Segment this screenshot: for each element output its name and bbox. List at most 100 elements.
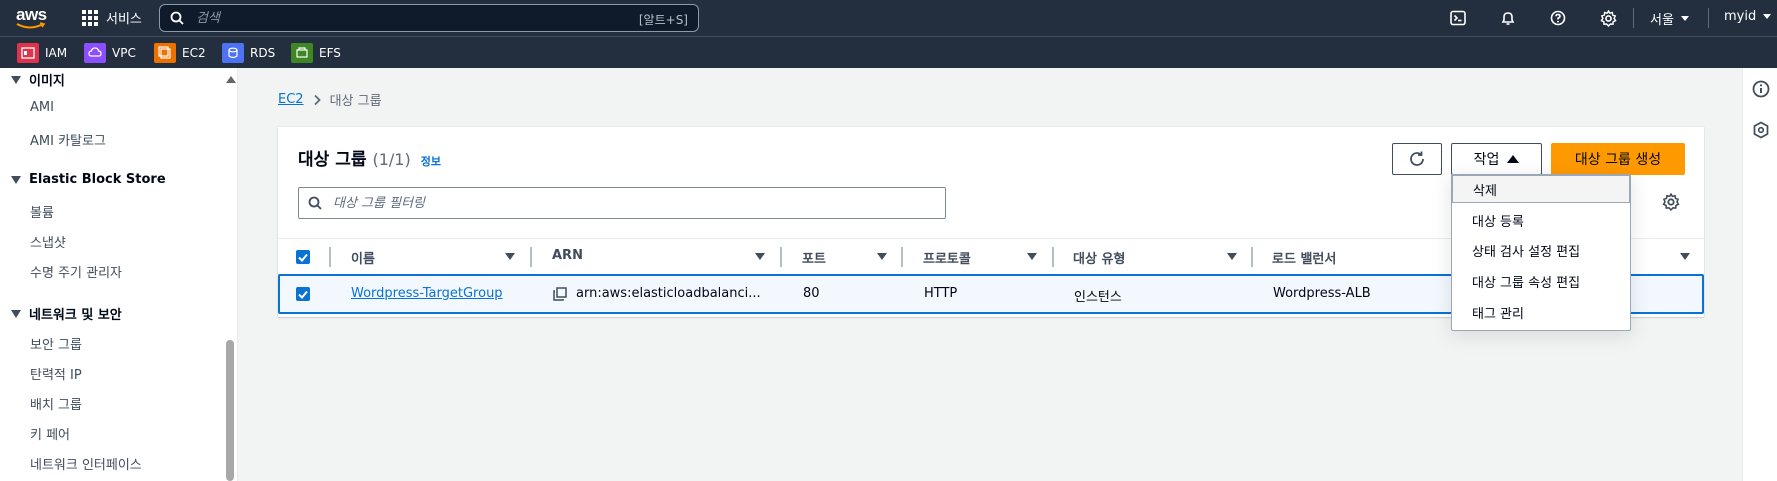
sort-caret-icon[interactable]	[505, 253, 515, 260]
select-all-checkbox[interactable]	[296, 250, 310, 264]
menu-item-edit-attributes[interactable]: 대상 그룹 속성 편집	[1452, 267, 1630, 295]
global-search[interactable]: [알트+S]	[159, 4, 699, 32]
notifications-bell-icon[interactable]	[1498, 8, 1518, 28]
column-header-arn[interactable]: ARN	[552, 248, 583, 263]
sort-caret-icon[interactable]	[1027, 253, 1037, 260]
favorite-label: VPC	[112, 46, 136, 60]
rds-service-icon	[222, 43, 244, 63]
menu-item-register-targets[interactable]: 대상 등록	[1452, 206, 1630, 234]
services-menu[interactable]: 서비스	[82, 8, 142, 27]
nav-item-lifecycle-manager[interactable]: 수명 주기 관리자	[30, 262, 122, 281]
column-divider	[1251, 247, 1253, 267]
caret-down-icon	[11, 75, 21, 84]
favorite-label: RDS	[250, 46, 276, 60]
column-header-port[interactable]: 포트	[802, 248, 826, 267]
breadcrumb-current: 대상 그룹	[329, 94, 382, 109]
info-link[interactable]: 정보	[421, 153, 441, 169]
refresh-icon	[1410, 151, 1424, 166]
aws-logo[interactable]: aws	[14, 4, 48, 32]
column-divider	[530, 247, 532, 267]
target-group-name-link[interactable]: Wordpress-TargetGroup	[351, 286, 503, 301]
nav-divider	[1633, 8, 1634, 28]
nav-section-images[interactable]: 이미지	[11, 70, 65, 89]
tutorial-panel-icon[interactable]	[1752, 121, 1770, 139]
actions-label: 작업	[1473, 152, 1500, 168]
services-label: 서비스	[106, 12, 142, 27]
sidebar-scrollbar[interactable]	[224, 72, 236, 481]
row-checkbox[interactable]	[296, 287, 310, 301]
chevron-right-icon	[313, 94, 321, 105]
favorite-rds[interactable]: RDS	[222, 43, 275, 63]
selection-count: (1/1)	[372, 150, 411, 169]
caret-up-icon	[1507, 155, 1520, 163]
aws-smile-icon	[16, 22, 46, 29]
sort-caret-icon[interactable]	[755, 253, 765, 260]
nav-item-network-interfaces[interactable]: 네트워크 인터페이스	[30, 454, 142, 473]
breadcrumb-ec2-link[interactable]: EC2	[278, 92, 304, 107]
favorite-efs[interactable]: EFS	[291, 43, 341, 63]
favorite-vpc[interactable]: VPC	[84, 43, 136, 63]
column-header-load-balancer[interactable]: 로드 밸런서	[1272, 248, 1336, 267]
column-header-name[interactable]: 이름	[351, 248, 375, 267]
copy-icon[interactable]	[553, 287, 567, 301]
load-balancer-value: Wordpress-ALB	[1273, 286, 1371, 301]
sort-caret-icon[interactable]	[877, 253, 887, 260]
column-header-target-type[interactable]: 대상 유형	[1073, 248, 1125, 267]
nav-item-key-pairs[interactable]: 키 페어	[30, 424, 70, 443]
menu-item-delete[interactable]: 삭제	[1452, 175, 1630, 203]
refresh-button[interactable]	[1392, 143, 1442, 175]
sort-caret-icon[interactable]	[1227, 253, 1237, 260]
favorite-ec2[interactable]: EC2	[154, 43, 206, 63]
favorites-bar: IAM VPC EC2 RDS EFS	[0, 36, 1777, 68]
cloudshell-icon[interactable]	[1448, 8, 1468, 28]
nav-item-snapshots[interactable]: 스냅샷	[30, 232, 66, 251]
menu-item-manage-tags[interactable]: 태그 관리	[1452, 298, 1630, 326]
column-divider	[1052, 247, 1054, 267]
sort-caret-icon[interactable]	[1680, 253, 1690, 260]
side-navigation: 이미지 AMI AMI 카탈로그 Elastic Block Store 볼륨 …	[0, 68, 238, 481]
nav-section-ebs[interactable]: Elastic Block Store	[11, 172, 166, 187]
caret-down-icon	[11, 309, 21, 318]
column-divider	[329, 247, 331, 267]
vpc-service-icon	[84, 43, 106, 63]
scrollbar-thumb[interactable]	[226, 340, 234, 481]
filter-input[interactable]	[333, 194, 933, 212]
info-icon[interactable]	[1752, 80, 1770, 98]
region-label: 서울	[1650, 13, 1674, 28]
global-search-input[interactable]	[196, 9, 576, 27]
region-selector[interactable]: 서울	[1650, 9, 1689, 28]
nav-item-ami[interactable]: AMI	[30, 100, 54, 115]
iam-service-icon	[17, 43, 39, 63]
nav-item-placement-groups[interactable]: 배치 그룹	[30, 394, 82, 413]
container-header: 대상 그룹 (1/1) 정보	[298, 145, 441, 170]
search-icon	[308, 196, 322, 210]
help-icon[interactable]	[1548, 8, 1568, 28]
port-value: 80	[803, 286, 820, 301]
actions-dropdown-menu: 삭제 대상 등록 상태 검사 설정 편집 대상 그룹 속성 편집 태그 관리	[1451, 174, 1631, 331]
account-menu[interactable]: myid	[1724, 9, 1772, 24]
nav-section-network[interactable]: 네트워크 및 보안	[11, 304, 122, 323]
favorite-label: IAM	[45, 46, 68, 60]
nav-item-ami-catalog[interactable]: AMI 카탈로그	[30, 130, 106, 149]
scroll-up-arrow-icon[interactable]	[226, 76, 236, 83]
menu-item-edit-health-check[interactable]: 상태 검사 설정 편집	[1452, 236, 1630, 264]
create-target-group-button[interactable]: 대상 그룹 생성	[1551, 143, 1685, 175]
page-title: 대상 그룹	[298, 150, 367, 170]
favorite-label: EFS	[319, 46, 341, 60]
column-header-protocol[interactable]: 프로토콜	[923, 248, 971, 267]
favorite-iam[interactable]: IAM	[17, 43, 67, 63]
nav-item-elastic-ip[interactable]: 탄력적 IP	[30, 364, 82, 383]
actions-dropdown-button[interactable]: 작업	[1451, 143, 1542, 175]
column-divider	[780, 247, 782, 267]
account-label: myid	[1724, 9, 1757, 24]
section-label: Elastic Block Store	[29, 172, 166, 187]
help-panel-rail	[1742, 68, 1777, 481]
nav-item-security-groups[interactable]: 보안 그룹	[30, 334, 82, 353]
create-label: 대상 그룹 생성	[1574, 152, 1662, 168]
settings-gear-icon[interactable]	[1598, 8, 1618, 28]
section-label: 네트워크 및 보안	[29, 308, 122, 323]
target-type-value: 인스턴스	[1074, 290, 1122, 305]
target-group-filter[interactable]	[298, 187, 946, 219]
preferences-gear-icon[interactable]	[1662, 193, 1680, 211]
nav-item-volumes[interactable]: 볼륨	[30, 202, 54, 221]
